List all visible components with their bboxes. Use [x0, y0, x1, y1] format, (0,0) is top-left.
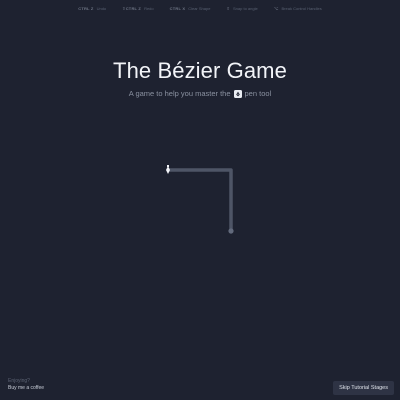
enjoying-label: Enjoying? [8, 378, 30, 384]
path-end-point[interactable] [228, 228, 234, 234]
support-footer: Enjoying? Buy me a coffee [8, 378, 44, 392]
target-path [166, 168, 233, 233]
drawing-canvas[interactable] [0, 0, 400, 400]
buy-coffee-link[interactable]: Buy me a coffee [8, 385, 44, 392]
skip-tutorial-button[interactable]: Skip Tutorial Stages [333, 381, 394, 395]
pen-cursor-icon [166, 165, 170, 174]
